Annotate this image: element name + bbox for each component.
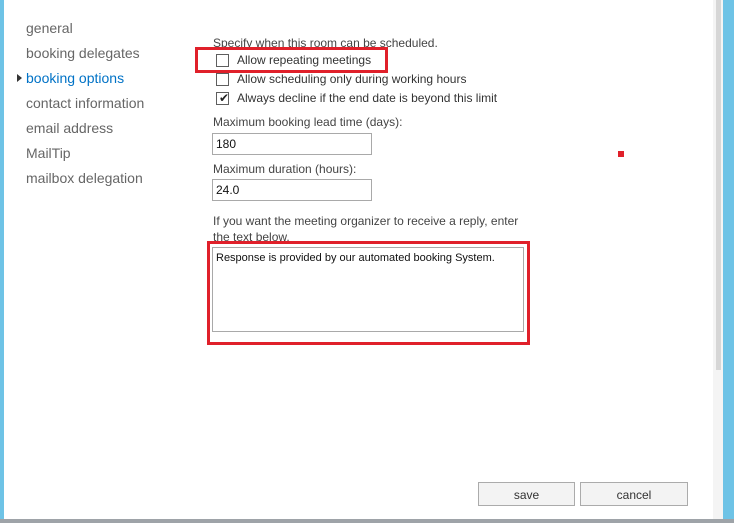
nav-item-general[interactable]: general <box>26 19 73 37</box>
nav-item-mailbox-delegation[interactable]: mailbox delegation <box>26 169 143 187</box>
duration-label: Maximum duration (hours): <box>213 162 357 176</box>
window-frame-left <box>0 0 4 523</box>
option-label: Allow scheduling only during working hou… <box>237 72 467 86</box>
scheduling-intro: Specify when this room can be scheduled. <box>213 36 438 50</box>
duration-input[interactable]: 24.0 <box>212 179 372 201</box>
option-label: Always decline if the end date is beyond… <box>237 91 498 105</box>
lead-time-label: Maximum booking lead time (days): <box>213 115 403 129</box>
window-frame-right <box>723 0 734 523</box>
checkmark-icon: ✔ <box>219 91 230 105</box>
nav-item-contact-information[interactable]: contact information <box>26 94 144 112</box>
nav-item-booking-options[interactable]: booking options <box>26 69 124 87</box>
option-label: Allow repeating meetings <box>237 53 372 67</box>
caret-right-icon <box>17 74 22 82</box>
nav-item-mailtip[interactable]: MailTip <box>26 144 71 162</box>
nav-item-booking-delegates[interactable]: booking delegates <box>26 44 140 62</box>
nav-item-email-address[interactable]: email address <box>26 119 113 137</box>
reply-label-line1: If you want the meeting organizer to rec… <box>213 214 519 228</box>
annotation-dot <box>618 151 624 157</box>
checkbox[interactable] <box>216 54 229 67</box>
lead-time-input[interactable]: 180 <box>212 133 372 155</box>
save-button[interactable]: save <box>478 482 575 506</box>
reply-label-line2: the text below. <box>213 230 290 244</box>
checkbox[interactable]: ✔ <box>216 92 229 105</box>
checkbox[interactable] <box>216 73 229 86</box>
reply-textarea[interactable]: Response is provided by our automated bo… <box>212 247 524 332</box>
cancel-button[interactable]: cancel <box>580 482 688 506</box>
window-frame-bottom <box>0 519 734 523</box>
scrollbar-thumb[interactable] <box>716 0 721 370</box>
